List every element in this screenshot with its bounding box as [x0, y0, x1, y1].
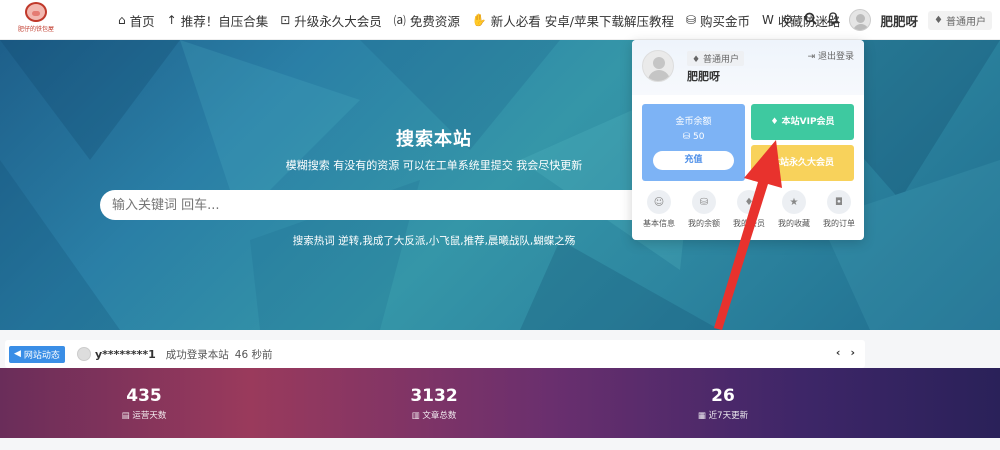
nav-right-tools: ⚙ 肥肥呀 ♦ 普通用户 — [782, 0, 992, 40]
calendar-icon: ▦ — [697, 411, 709, 421]
chevron-left-icon[interactable]: ‹ — [836, 346, 841, 359]
site-logo[interactable]: 肥仔的铁包屋 — [18, 2, 54, 38]
dropdown-avatar[interactable] — [642, 50, 674, 82]
stat-label-text: 运营天数 — [132, 411, 167, 421]
stat-label: ▤ 运营天数 — [104, 409, 184, 421]
database-icon: ▥ — [411, 411, 423, 421]
site-activity-tag: ◀ 网站动态 — [9, 345, 65, 363]
logout-link[interactable]: ⇥ 退出登录 — [808, 49, 854, 62]
settings-icon[interactable]: ⚙ — [782, 13, 794, 28]
user-level-text: 普通用户 — [946, 16, 986, 28]
permanent-member-label: 本站永久大会员 — [770, 158, 834, 168]
nav-item-recommend[interactable]: ↑ 推荐！自压合集 — [161, 11, 275, 30]
stat-value: 3132 — [410, 386, 458, 406]
logout-text: 退出登录 — [817, 52, 854, 62]
user-name[interactable]: 肥肥呀 — [881, 11, 919, 30]
logo-text: 肥仔的铁包屋 — [18, 26, 55, 33]
nav-label: 新人必看 安卓/苹果下载解压教程 — [490, 13, 674, 29]
chevron-right-icon[interactable]: › — [850, 346, 855, 359]
main-nav: ⌂ 首页 ↑ 推荐！自压合集 ⊡ 升级永久大会员 ⒜ 免费资源 ✋ 新人必看 安卓/苹果下… — [112, 0, 846, 40]
coins-icon: ⛁ — [682, 132, 693, 142]
ticker-time: 46 秒前 — [234, 348, 273, 361]
nav-label: 购买金币 — [700, 13, 751, 29]
nav-label: 首页 — [129, 13, 155, 29]
coins-icon: ⛁ — [692, 190, 716, 214]
site-stats-bar: 435 ▤ 运营天数 3132 ▥ 文章总数 26 ▦ 近7天更新 — [0, 368, 1000, 438]
coins-icon: ⛁ — [685, 13, 697, 27]
user-dropdown-panel: ♦ 普通用户 肥肥呀 ⇥ 退出登录 金币余额 ⛁ 50 充值 ♦ 本站VIP会员… — [632, 40, 864, 240]
stat-label: ▥ 文章总数 — [394, 409, 474, 421]
menu-label: 我的订单 — [823, 219, 855, 228]
stat-operating-days: 435 ▤ 运营天数 — [104, 386, 184, 421]
menu-my-vip[interactable]: ♦ 我的会员 — [728, 190, 770, 229]
search-icon[interactable] — [804, 12, 817, 29]
diamond-icon: ♦ — [934, 14, 943, 26]
nav-label: 升级永久大会员 — [294, 13, 382, 29]
dropdown-header: ♦ 普通用户 肥肥呀 ⇥ 退出登录 — [632, 40, 864, 95]
ticker-message: 成功登录本站 — [165, 348, 229, 361]
nav-label: 免费资源 — [409, 13, 460, 29]
user-avatar[interactable] — [848, 9, 871, 31]
ticker-avatar — [76, 347, 91, 361]
user-icon: ☺ — [647, 190, 671, 214]
stat-label-text: 近7天更新 — [708, 411, 749, 421]
menu-my-favorites[interactable]: ★ 我的收藏 — [773, 190, 815, 229]
ticker-user: y********1 — [94, 347, 156, 361]
stat-label-text: 文章总数 — [422, 411, 457, 421]
menu-my-orders[interactable]: ◘ 我的订单 — [818, 190, 860, 229]
permanent-member-card[interactable]: 本站永久大会员 — [751, 145, 854, 181]
dropdown-level-badge: ♦ 普通用户 — [687, 51, 744, 66]
menu-label: 我的收藏 — [778, 219, 810, 228]
dropdown-level-text: 普通用户 — [702, 55, 739, 65]
vip-member-label: 本站VIP会员 — [781, 117, 835, 127]
nav-item-upgrade[interactable]: ⊡ 升级永久大会员 — [274, 11, 388, 30]
home-icon: ⌂ — [118, 13, 126, 27]
diamond-icon: ♦ — [770, 117, 782, 127]
nav-label: 推荐！自压合集 — [180, 13, 269, 29]
search-input[interactable] — [100, 190, 660, 220]
user-level-badge: ♦ 普通用户 — [928, 10, 992, 30]
menu-label: 基本信息 — [643, 219, 675, 228]
stat-value: 435 — [126, 386, 162, 406]
nav-item-buy-coins[interactable]: ⛁ 购买金币 — [680, 11, 756, 30]
free-icon: ⒜ — [393, 13, 406, 28]
dropdown-username: 肥肥呀 — [687, 70, 720, 83]
coin-balance-value: ⛁ 50 — [642, 132, 745, 142]
stat-value: 26 — [711, 386, 735, 406]
arrow-up-icon: ↑ — [166, 13, 177, 27]
star-icon: ★ — [782, 190, 806, 214]
ticker-nav: ‹ › — [836, 346, 855, 359]
page-bottom-strip — [0, 438, 1000, 450]
vip-member-card[interactable]: ♦ 本站VIP会员 — [751, 104, 854, 140]
menu-basic-info[interactable]: ☺ 基本信息 — [638, 190, 680, 229]
menu-label: 我的余额 — [688, 219, 720, 228]
menu-my-balance[interactable]: ⛁ 我的余额 — [683, 190, 725, 229]
recharge-button[interactable]: 充值 — [653, 151, 734, 170]
vip-icon: ♦ — [737, 190, 761, 214]
hand-icon: ✋ — [471, 13, 487, 27]
speaker-icon: ◀ — [14, 349, 21, 359]
stat-label: ▦ 近7天更新 — [683, 409, 763, 421]
menu-label: 我的会员 — [733, 219, 765, 228]
stat-article-count: 3132 ▥ 文章总数 — [394, 386, 474, 421]
bag-icon: ◘ — [827, 190, 851, 214]
site-activity-ticker: ◀ 网站动态 y********1 成功登录本站 46 秒前 ‹ › — [5, 340, 865, 368]
nav-item-free[interactable]: ⒜ 免费资源 — [388, 11, 466, 30]
chart-icon: ▤ — [121, 411, 133, 421]
coin-balance-label: 金币余额 — [675, 117, 712, 127]
nav-item-guide[interactable]: ✋ 新人必看 安卓/苹果下载解压教程 — [466, 11, 680, 30]
nav-item-home[interactable]: ⌂ 首页 — [112, 11, 161, 30]
coin-balance-card: 金币余额 ⛁ 50 充值 — [642, 104, 745, 181]
coin-balance-number: 50 — [692, 132, 705, 142]
vip-box-icon: ⊡ — [280, 13, 291, 27]
site-activity-tag-text: 网站动态 — [23, 350, 60, 361]
dropdown-menu-icons: ☺ 基本信息 ⛁ 我的余额 ♦ 我的会员 ★ 我的收藏 ◘ 我的订单 — [638, 190, 860, 229]
pig-logo-icon — [25, 2, 47, 22]
bell-icon[interactable] — [825, 11, 840, 29]
stat-recent-updates: 26 ▦ 近7天更新 — [683, 386, 763, 421]
top-navbar: 肥仔的铁包屋 ⌂ 首页 ↑ 推荐！自压合集 ⊡ 升级永久大会员 ⒜ 免费资源 ✋ 新人必看… — [0, 0, 1000, 40]
w-icon: W — [762, 13, 774, 27]
